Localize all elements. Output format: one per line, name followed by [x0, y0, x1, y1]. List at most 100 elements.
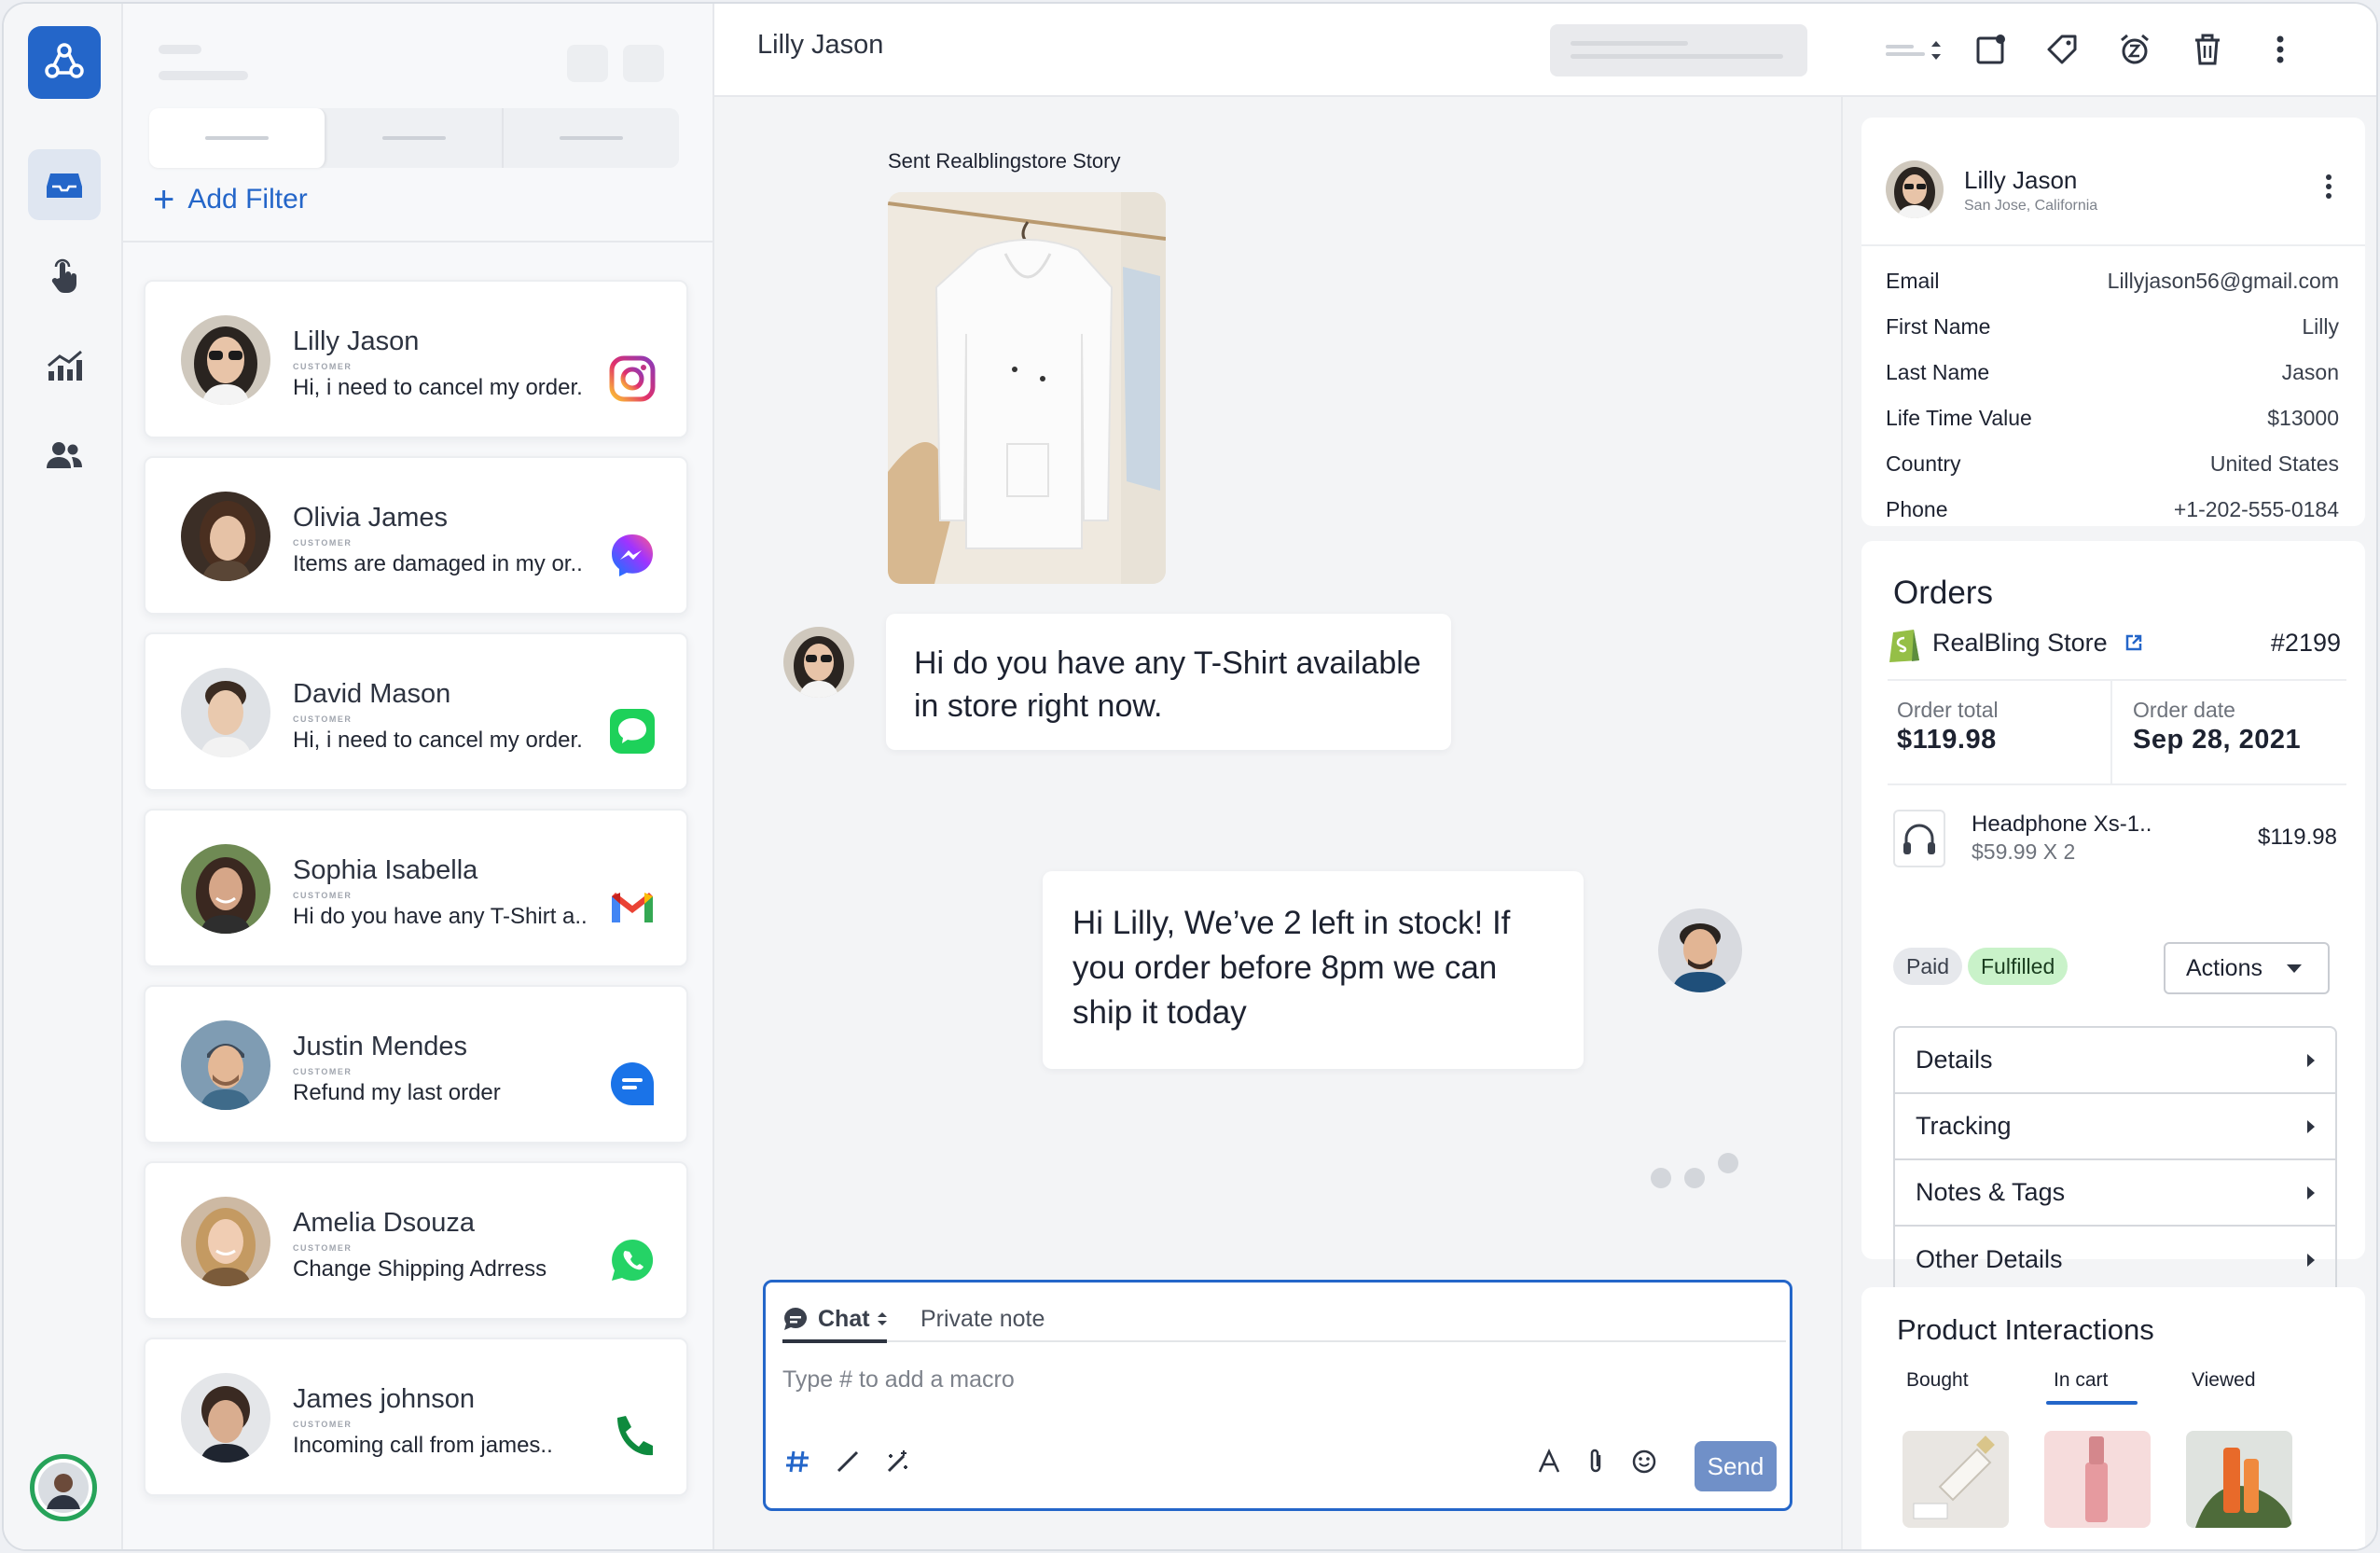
profile-field-last-name: Last Name Jason — [1886, 360, 2339, 384]
send-button[interactable]: Send — [1695, 1441, 1777, 1491]
phone-icon — [608, 1412, 657, 1461]
order-date-label: Order date — [2133, 698, 2235, 722]
contact-name: Justin Mendes — [293, 1032, 467, 1061]
order-number[interactable]: #2199 — [2271, 629, 2341, 658]
touch-icon — [51, 258, 76, 293]
segment-2[interactable] — [326, 108, 504, 168]
sort-control[interactable] — [1886, 28, 1944, 71]
typing-dot — [1651, 1168, 1671, 1188]
ai-assist-button[interactable] — [879, 1443, 917, 1480]
profile-field-ltv: Life Time Value $13000 — [1886, 406, 2339, 430]
section-details[interactable]: Details — [1895, 1028, 2335, 1094]
segment-1[interactable] — [149, 108, 326, 168]
product-name: Headphone Xs-1.. — [1972, 811, 2152, 837]
alarm-button[interactable] — [2113, 28, 2156, 71]
tab-private-note[interactable]: Private note — [920, 1296, 1045, 1342]
contact-role: CUSTOMER — [293, 1420, 353, 1429]
tab-bought[interactable]: Bought — [1906, 1369, 1969, 1392]
order-store-row: RealBling Store #2199 — [1888, 619, 2341, 666]
message-input[interactable] — [782, 1361, 1771, 1398]
current-user-avatar[interactable] — [30, 1454, 97, 1521]
conversation-item[interactable]: Sophia Isabella CUSTOMER Hi do you have … — [144, 809, 688, 967]
chevron-right-icon — [2307, 1186, 2315, 1199]
tab-viewed[interactable]: Viewed — [2192, 1369, 2256, 1392]
contacts-nav-button[interactable] — [28, 420, 101, 491]
users-icon — [47, 442, 82, 468]
gmail-icon — [608, 883, 657, 932]
message-preview: Hi, i need to cancel my order. — [293, 728, 583, 753]
contact-role: CUSTOMER — [293, 538, 353, 548]
profile-more-button[interactable] — [2315, 168, 2343, 205]
profile-field-first-name: First Name Lilly — [1886, 314, 2339, 339]
kebab-icon — [2326, 174, 2332, 199]
attach-button[interactable] — [1577, 1443, 1614, 1480]
product-quantity: $59.99 X 2 — [1972, 839, 2076, 864]
placeholder-button[interactable] — [623, 45, 664, 82]
placeholder-line — [159, 71, 248, 80]
header-search-placeholder[interactable] — [1550, 24, 1807, 76]
tab-in-cart[interactable]: In cart — [2054, 1369, 2108, 1392]
story-image[interactable] — [888, 192, 1166, 584]
product-image[interactable] — [1903, 1431, 2009, 1528]
conversation-list-panel: + Add Filter Lilly Jason CUSTOMER Hi, i … — [123, 4, 714, 1549]
fulfilled-badge: Fulfilled — [1968, 948, 2069, 985]
touch-nav-button[interactable] — [28, 241, 101, 312]
contact-role: CUSTOMER — [293, 1067, 353, 1076]
whatsapp-icon — [608, 1236, 657, 1284]
skincare-image — [2186, 1431, 2292, 1528]
message-preview: Hi do you have any T-Shirt a.. — [293, 904, 588, 929]
tab-chat[interactable]: Chat — [782, 1296, 889, 1342]
headphone-icon — [1903, 824, 1935, 854]
customer-avatar — [783, 627, 854, 698]
avatar — [181, 1373, 270, 1463]
analytics-nav-button[interactable] — [28, 330, 101, 401]
divider — [123, 241, 714, 243]
story-label: Sent Realblingstore Story — [888, 149, 1121, 173]
contact-name: Olivia James — [293, 503, 448, 533]
product-interactions-title: Product Interactions — [1897, 1313, 2154, 1346]
sort-caret-icon — [877, 1312, 887, 1325]
conversation-item[interactable]: Lilly Jason CUSTOMER Hi, i need to cance… — [144, 280, 688, 438]
external-link-icon[interactable] — [2124, 633, 2143, 652]
add-filter-button[interactable]: + Add Filter — [153, 181, 308, 218]
macro-button[interactable] — [779, 1443, 816, 1480]
profile-card: Lilly Jason San Jose, California Email Li… — [1861, 118, 2365, 526]
tag-button[interactable] — [2041, 28, 2083, 71]
inbox-nav-button[interactable] — [28, 149, 101, 220]
conversation-item[interactable]: Amelia Dsouza CUSTOMER Change Shipping A… — [144, 1161, 688, 1320]
perfume-image — [1903, 1431, 2009, 1528]
delete-button[interactable] — [2186, 28, 2229, 71]
product-image[interactable] — [2044, 1431, 2151, 1528]
more-options-button[interactable] — [2259, 28, 2302, 71]
avatar — [181, 492, 270, 581]
order-sections: Details Tracking Notes & Tags Other Deta… — [1893, 1026, 2337, 1295]
placeholder-button[interactable] — [567, 45, 608, 82]
tab-chat-label: Chat — [818, 1305, 870, 1332]
customer-message: Hi do you have any T-Shirt available in … — [886, 614, 1451, 750]
product-image[interactable] — [2186, 1431, 2292, 1528]
message-preview: Change Shipping Adrress — [293, 1256, 547, 1282]
shortcut-button[interactable] — [829, 1443, 866, 1480]
section-other-details[interactable]: Other Details — [1895, 1227, 2335, 1293]
avatar — [181, 1197, 270, 1286]
paid-badge: Paid — [1893, 948, 1963, 985]
order-summary: Order total $119.98 Order date Sep 28, 2… — [1888, 679, 2346, 785]
contact-name: David Mason — [293, 679, 451, 709]
avatar — [181, 1020, 270, 1110]
plus-icon: + — [153, 179, 175, 220]
conversation-item[interactable]: James johnson CUSTOMER Incoming call fro… — [144, 1338, 688, 1496]
section-notes-tags[interactable]: Notes & Tags — [1895, 1160, 2335, 1227]
conversation-title: Lilly Jason — [757, 30, 884, 60]
conversation-item[interactable]: David Mason CUSTOMER Hi, i need to cance… — [144, 632, 688, 791]
section-tracking[interactable]: Tracking — [1895, 1094, 2335, 1160]
chat-bubble-icon — [784, 1308, 807, 1330]
conversation-item[interactable]: Justin Mendes CUSTOMER Refund my last or… — [144, 985, 688, 1144]
text-format-button[interactable] — [1530, 1443, 1568, 1480]
actions-label: Actions — [2186, 954, 2262, 981]
conversation-item[interactable]: Olivia James CUSTOMER Items are damaged … — [144, 456, 688, 615]
app-logo[interactable] — [28, 26, 101, 99]
segment-3[interactable] — [504, 108, 679, 168]
emoji-button[interactable] — [1626, 1443, 1663, 1480]
snooze-button[interactable] — [1970, 28, 2013, 71]
actions-dropdown[interactable]: Actions — [2164, 942, 2330, 994]
